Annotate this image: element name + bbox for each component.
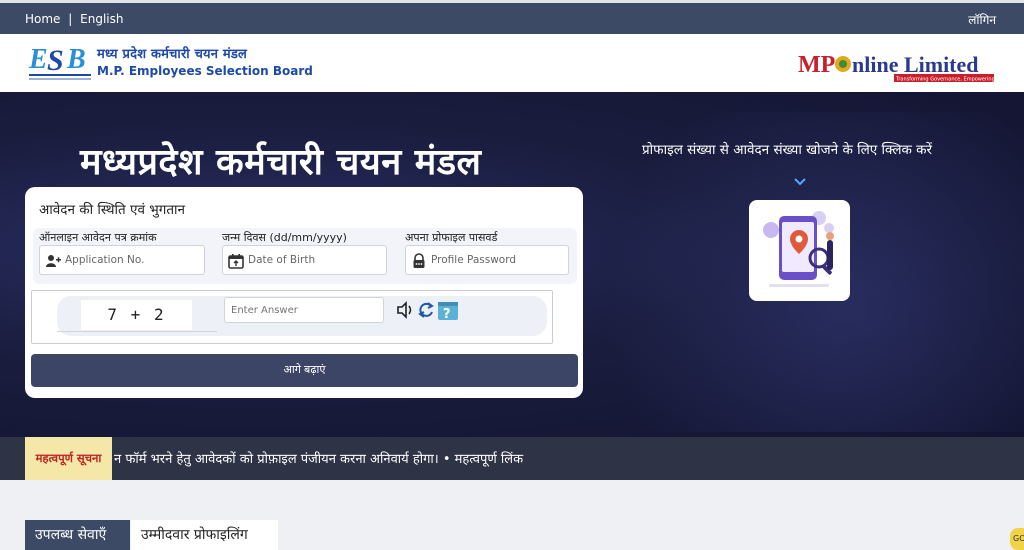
svg-text:Transforming Governance, Empow: Transforming Governance, Empowering Citi… [895,77,996,83]
svg-text:?: ? [443,307,451,322]
lock-icon [411,253,427,269]
date-of-birth-input[interactable] [248,246,381,274]
home-link[interactable]: Home [25,12,60,26]
captcha-answer-wrap [224,297,384,323]
tab-available-services[interactable]: उपलब्ध सेवाएँ [25,520,130,550]
phone-search-illustration-icon [763,211,834,287]
important-notice-badge: महत्वपूर्ण सूचना [25,437,112,480]
svg-text:nline Limited: nline Limited [852,52,979,77]
top-nav-links: Home | English [25,12,123,26]
site-header: E S B मध्य प्रदेश कर्मचारी चयन मंडल M.P.… [0,34,1024,92]
mponline-logo[interactable]: MP nline Limited Transforming Governance… [796,40,996,88]
hero-title: मध्यप्रदेश कर्मचारी चयन मंडल [80,142,482,183]
help-icon[interactable]: ? [437,300,461,322]
user-add-icon [45,253,61,269]
tab-candidate-profiling[interactable]: उम्मीदवार प्रोफाइलिंग [131,520,278,550]
esb-logo[interactable]: E S B [27,42,93,84]
profile-lookup-link[interactable]: प्रोफाइल संख्या से आवेदन संख्या खोजने के… [642,140,932,158]
calendar-icon [228,253,244,269]
floating-go-button[interactable]: GO [1010,528,1024,550]
hero-section: मध्यप्रदेश कर्मचारी चयन मंडल आवेदन की स्… [0,92,1024,437]
password-label: अपना प्रोफाइल पासवर्ड [405,231,498,244]
password-field-wrap [405,245,569,275]
captcha-code: 7 + 2 [81,300,192,330]
refresh-icon[interactable] [416,300,436,320]
nav-separator: | [68,12,73,26]
captcha-answer-input[interactable] [225,298,383,323]
org-name-hindi: मध्य प्रदेश कर्मचारी चयन मंडल [97,47,248,62]
org-name-english: M.P. Employees Selection Board [97,64,313,78]
application-number-input[interactable] [65,246,199,274]
application-label: ऑनलाइन आवेदन पत्र क्रमांक [39,231,157,244]
services-section: उपलब्ध सेवाएँ उम्मीदवार प्रोफाइलिंग GO [0,480,1024,550]
application-status-card: आवेदन की स्थिति एवं भुगतान ऑनलाइन आवेदन … [25,187,583,398]
notice-marquee[interactable]: न फॉर्म भरने हेतु आवेदकों को प्रोफ़ाइल प… [114,449,523,467]
speaker-icon[interactable] [395,300,415,320]
submit-button[interactable]: आगे बढ़ाएं [31,354,578,387]
form-title: आवेदन की स्थिति एवं भुगतान [39,202,186,218]
svg-text:E: E [28,44,48,75]
org-name: मध्य प्रदेश कर्मचारी चयन मंडल M.P. Emplo… [97,44,313,78]
language-link[interactable]: English [80,12,123,26]
profile-password-input[interactable] [431,246,563,274]
dob-field-wrap [222,245,387,275]
top-nav: Home | English लॉगिन [0,0,1024,34]
svg-text:S: S [47,44,64,77]
profile-lookup-card[interactable] [749,200,850,301]
captcha-underline [57,331,217,332]
notice-ticker: महत्वपूर्ण सूचना न फॉर्म भरने हेतु आवेदक… [0,437,1024,480]
svg-text:B: B [66,44,86,75]
page: Home | English लॉगिन E S B मध्य प्रदेश क… [0,0,1024,550]
dob-label: जन्म दिवस (dd/mm/yyyy) [222,231,347,244]
chevron-down-icon [793,176,807,190]
svg-text:MP: MP [798,52,835,78]
application-field-wrap [39,245,205,275]
login-link[interactable]: लॉगिन [968,11,996,28]
